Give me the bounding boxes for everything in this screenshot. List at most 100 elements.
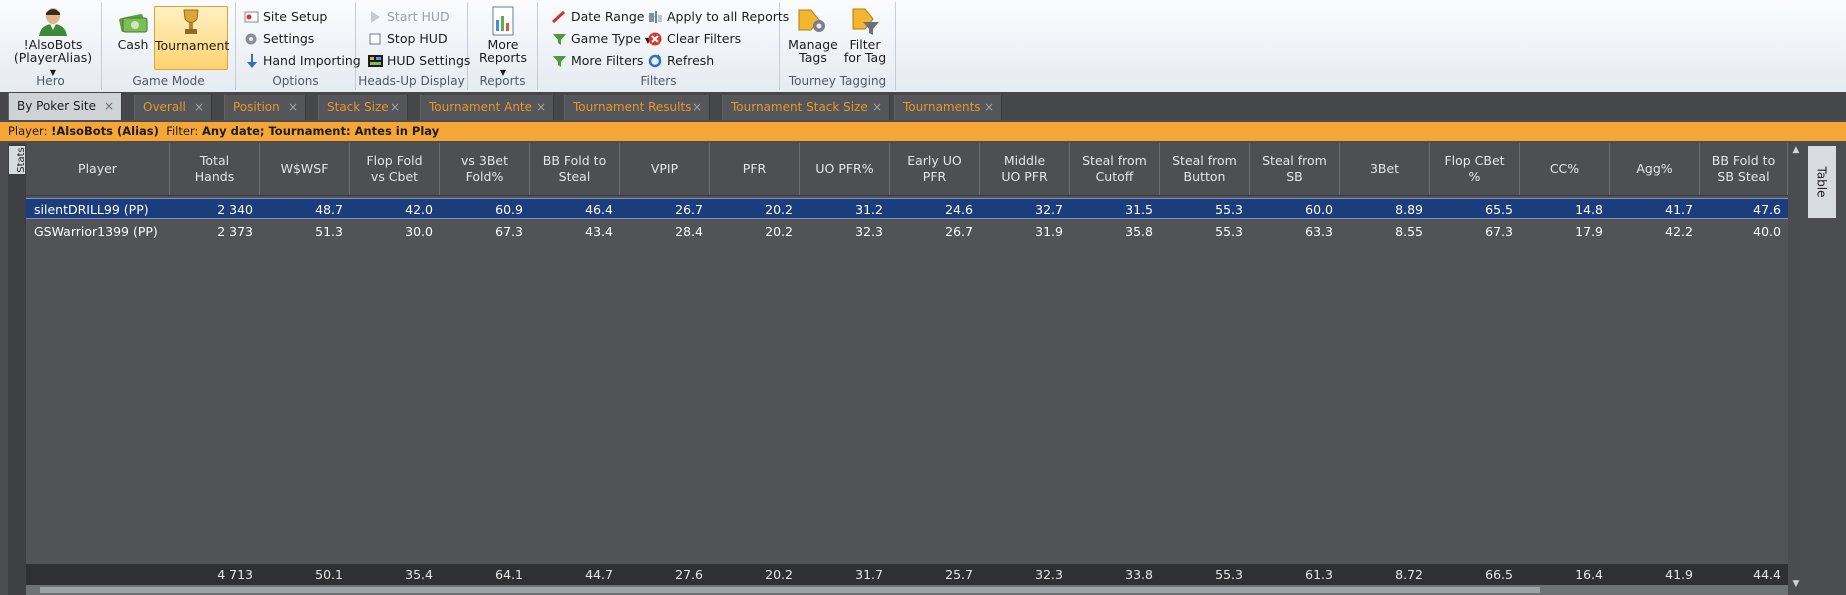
column-header-vpip[interactable]: VPIP — [620, 143, 710, 195]
stat-cell: 17.9 — [1575, 224, 1603, 239]
hud-settings-button[interactable]: HUD Settings — [368, 51, 470, 70]
stop-hud-button[interactable]: Stop HUD — [368, 29, 448, 48]
column-header-steal-from-sb[interactable]: Steal from SB — [1250, 143, 1340, 195]
hud-group: Start HUD Stop HUD HUD Settings Heads-Up… — [356, 2, 470, 90]
import-arrow-icon — [244, 53, 259, 68]
column-header-flop-fold-vs-cbet[interactable]: Flop Fold vs Cbet — [350, 143, 440, 195]
close-icon[interactable]: × — [288, 95, 298, 120]
apply-all-icon — [648, 10, 663, 24]
stat-cell: 67.3 — [1485, 224, 1513, 239]
apply-to-all-reports-button[interactable]: Apply to all Reports — [648, 7, 789, 26]
active-filter-bar: Player: !AlsoBots (Alias) Filter: Any da… — [0, 122, 1846, 141]
table-tab-label: Table — [1815, 166, 1829, 198]
hud-settings-label: HUD Settings — [387, 53, 471, 68]
close-icon[interactable]: × — [984, 95, 994, 120]
tab-tournament-stack-size[interactable]: Tournament Stack Size × — [722, 95, 890, 120]
column-header-3bet[interactable]: 3Bet — [1340, 143, 1430, 195]
settings-label: Settings — [263, 31, 315, 46]
game-type-dropdown[interactable]: Game Type ▼ — [552, 29, 651, 48]
hero-group: !AlsoBots (PlayerAlias) ▼ Hero — [0, 2, 102, 90]
stat-cell: 60.9 — [495, 202, 523, 217]
tab-label: Tournament Ante — [429, 100, 533, 114]
cash-button[interactable]: Cash — [110, 6, 156, 51]
close-icon[interactable]: × — [872, 95, 882, 120]
stats-side-tab[interactable]: Stats — [9, 146, 27, 174]
column-header-vs-3bet-fold[interactable]: vs 3Bet Fold% — [440, 143, 530, 195]
table-row[interactable]: silentDRILL99 (PP) 2 340 48.7 42.0 60.9 46.4 2… — [26, 198, 1788, 219]
tab-overall[interactable]: Overall × — [134, 95, 212, 120]
column-header-flop-cbet[interactable]: Flop CBet % — [1430, 143, 1520, 195]
start-hud-button[interactable]: Start HUD — [368, 7, 450, 26]
player-name-cell: GSWarrior1399 (PP) — [34, 224, 158, 239]
column-header-uo-pfr[interactable]: UO PFR% — [800, 143, 890, 195]
total-cell: 8.72 — [1395, 567, 1423, 582]
tab-tournament-ante[interactable]: Tournament Ante × — [420, 95, 554, 120]
filters-group-title: Filters — [640, 74, 677, 88]
tab-position[interactable]: Position × — [224, 95, 306, 120]
tab-label: Tournaments — [903, 100, 981, 114]
column-header-w-wsf[interactable]: W$WSF — [260, 143, 350, 195]
tag-filter-icon — [849, 6, 881, 36]
stat-cell: 60.0 — [1305, 202, 1333, 217]
tab-tournament-results[interactable]: Tournament Results × — [564, 95, 710, 120]
filter-for-tag-button[interactable]: Filter for Tag — [840, 6, 890, 64]
column-header-early-uo-pfr[interactable]: Early UO PFR — [890, 143, 980, 195]
scroll-up-icon[interactable]: ▲ — [1788, 145, 1804, 155]
stat-cell: 63.3 — [1305, 224, 1333, 239]
stat-cell: 14.8 — [1575, 202, 1603, 217]
totals-row: 4 713 50.1 35.4 64.1 44.7 27.6 20.2 31.7 25.7 32.… — [26, 564, 1788, 585]
close-icon[interactable]: × — [692, 95, 702, 120]
stat-cell: 26.7 — [945, 224, 973, 239]
manage-tags-button[interactable]: Manage Tags — [788, 6, 838, 64]
left-side-strip — [8, 143, 26, 595]
scroll-down-icon[interactable]: ▼ — [1788, 579, 1804, 589]
more-reports-button[interactable]: More Reports ▼ — [474, 6, 532, 79]
player-value: !AlsoBots (Alias) — [51, 124, 159, 138]
refresh-button[interactable]: Refresh — [648, 51, 714, 70]
gear-icon — [244, 32, 259, 46]
close-icon[interactable]: × — [390, 95, 400, 120]
date-range-dropdown[interactable]: Date Range ▼ — [551, 7, 655, 26]
clear-filters-button[interactable]: Clear Filters — [648, 29, 741, 48]
player-name-cell: silentDRILL99 (PP) — [34, 202, 149, 217]
table-row[interactable]: GSWarrior1399 (PP) 2 373 51.3 30.0 67.3 43.4 2… — [26, 221, 1788, 242]
column-header-agg[interactable]: Agg% — [1610, 143, 1700, 195]
scroll-thumb[interactable] — [40, 587, 1540, 593]
hud-group-title: Heads-Up Display — [358, 74, 465, 88]
hero-selector-button[interactable]: !AlsoBots (PlayerAlias) ▼ — [10, 6, 96, 79]
column-header-steal-from-cutoff[interactable]: Steal from Cutoff — [1070, 143, 1160, 195]
column-header-steal-from-button[interactable]: Steal from Button — [1160, 143, 1250, 195]
filter-for-tag-line2: for Tag — [843, 50, 887, 65]
tournament-button[interactable]: Tournament — [154, 6, 229, 70]
start-hud-label: Start HUD — [387, 9, 450, 24]
close-icon[interactable]: × — [194, 95, 204, 120]
more-filters-button[interactable]: More Filters — [552, 51, 643, 70]
column-header-player[interactable]: Player — [26, 143, 170, 195]
date-range-label: Date Range — [571, 9, 645, 24]
column-header-total-hands[interactable]: Total Hands — [170, 143, 260, 195]
settings-button[interactable]: Settings — [244, 29, 314, 48]
vertical-scrollbar[interactable]: ▲ ▼ — [1788, 143, 1804, 595]
tab-by-poker-site[interactable]: By Poker Site × — [8, 93, 122, 120]
tab-label: By Poker Site — [17, 99, 96, 113]
total-cell: 64.1 — [495, 567, 523, 582]
player-avatar-icon — [37, 6, 69, 36]
site-setup-button[interactable]: Site Setup — [244, 7, 327, 26]
column-header-middle-uo-pfr[interactable]: Middle UO PFR — [980, 143, 1070, 195]
table-side-tab[interactable]: Table — [1808, 146, 1836, 218]
stat-cell: 55.3 — [1215, 224, 1243, 239]
filter-funnel-icon — [552, 54, 567, 68]
column-header-bb-fold-to-steal[interactable]: BB Fold to Steal — [530, 143, 620, 195]
close-icon[interactable]: × — [104, 93, 114, 120]
column-header-cc[interactable]: CC% — [1520, 143, 1610, 195]
hand-importing-button[interactable]: Hand Importing — [244, 51, 361, 70]
stat-cell: 65.5 — [1485, 202, 1513, 217]
column-header-pfr[interactable]: PFR — [710, 143, 800, 195]
column-header-bb-fold-to-sb-steal[interactable]: BB Fold to SB Steal — [1700, 143, 1788, 195]
tab-stack-size[interactable]: Stack Size × — [318, 95, 408, 120]
close-icon[interactable]: × — [536, 95, 546, 120]
horizontal-scrollbar[interactable] — [26, 585, 1788, 595]
tab-tournaments[interactable]: Tournaments × — [894, 95, 1002, 120]
ribbon-toolbar: !AlsoBots (PlayerAlias) ▼ Hero Cash Tour… — [0, 0, 1846, 93]
clear-filters-label: Clear Filters — [667, 31, 742, 46]
